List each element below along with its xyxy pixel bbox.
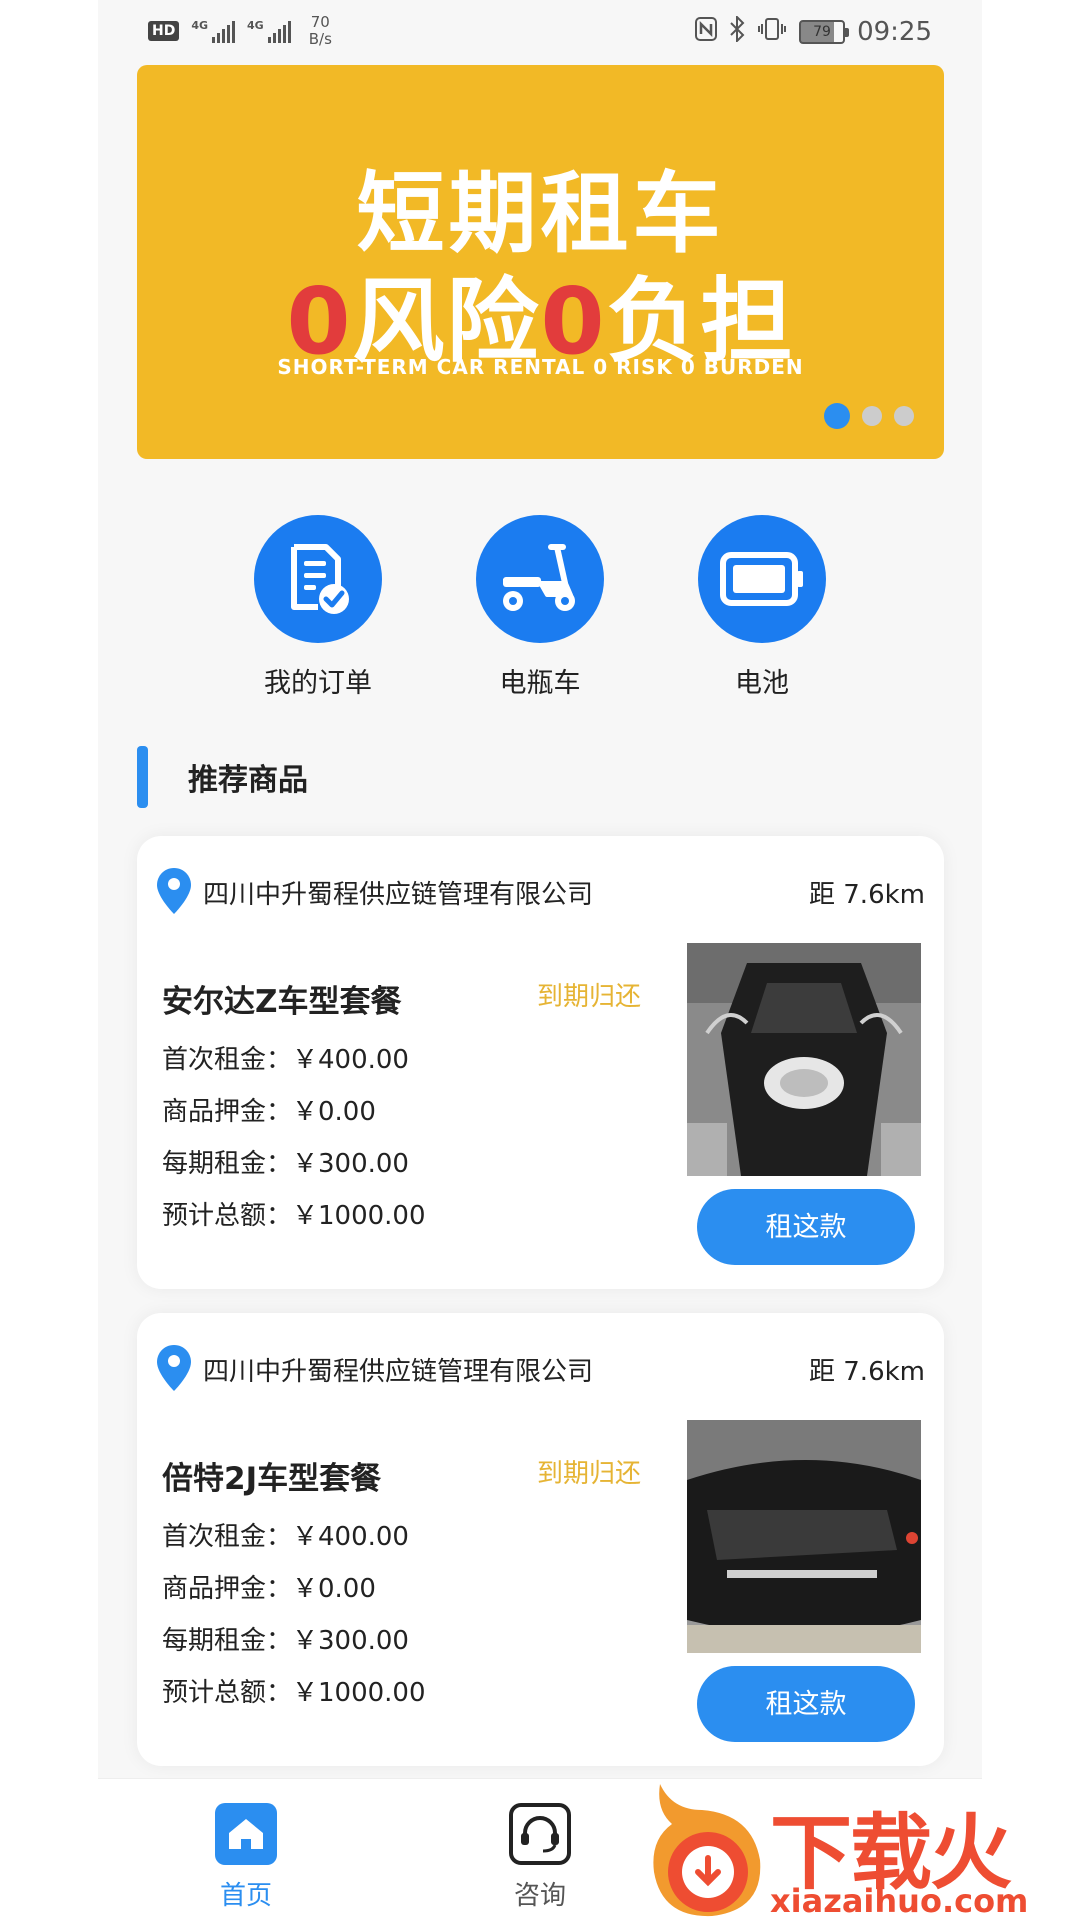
flame-logo-icon — [653, 1784, 761, 1917]
first-rent: 首次租金：￥400.00 — [162, 1045, 409, 1075]
location-pin-icon — [155, 866, 193, 920]
network-speed-value: 70 — [310, 13, 330, 31]
return-tag: 到期归还 — [537, 1459, 642, 1489]
shop-name: 四川中升蜀程供应链管理有限公司 — [203, 1357, 594, 1387]
product-image[interactable] — [687, 1420, 921, 1653]
signal-2-icon: 4G — [247, 19, 291, 43]
tab-home[interactable]: 首页 — [186, 1803, 306, 1912]
order-document-icon — [254, 515, 382, 643]
carousel-dot-2[interactable] — [862, 406, 882, 426]
hd-badge: HD — [148, 21, 180, 41]
package-name: 倍特2J车型套餐 — [162, 1461, 382, 1497]
signal-1-icon: 4G — [191, 19, 236, 43]
watermark-logo: 下载火 xiazaihuo.com — [642, 1780, 1080, 1920]
section-recommended: 推荐商品 — [137, 745, 308, 809]
vibrate-icon — [757, 17, 787, 47]
deposit: 商品押金：￥0.00 — [162, 1574, 376, 1604]
entry-label-battery: 电池 — [735, 668, 789, 699]
product-card[interactable]: 四川中升蜀程供应链管理有限公司 距 7.6km 倍特2J车型套餐 到期归还 首次… — [137, 1313, 944, 1766]
deposit: 商品押金：￥0.00 — [162, 1097, 376, 1127]
promo-banner[interactable]: 短期租车 0风险0负担 SHORT-TERM CAR RENTAL 0 RISK… — [137, 65, 944, 459]
tab-consult[interactable]: 咨询 — [480, 1803, 600, 1912]
app-screen: HD 4G 4G 70 B/s 79 09:25 短期租车 0风险0负担 SHO… — [98, 0, 982, 1920]
entry-my-orders[interactable]: 我的订单 — [218, 515, 418, 700]
carousel-dot-1[interactable] — [824, 403, 850, 429]
rent-button[interactable]: 租这款 — [697, 1189, 915, 1265]
entry-label-scooter: 电瓶车 — [499, 668, 581, 699]
status-left: HD 4G 4G 70 B/s — [148, 14, 332, 48]
location-pin-icon — [155, 1343, 193, 1397]
return-tag: 到期归还 — [537, 982, 642, 1012]
period-rent: 每期租金：￥300.00 — [162, 1149, 409, 1179]
bluetooth-icon — [729, 14, 745, 48]
network-speed-unit: B/s — [308, 30, 332, 48]
tab-home-label: 首页 — [219, 1881, 272, 1911]
watermark-url: xiazaihuo.com — [770, 1882, 1029, 1920]
package-name: 安尔达Z车型套餐 — [162, 984, 402, 1020]
battery-indicator: 79 — [799, 20, 850, 44]
nfc-icon — [695, 17, 718, 47]
carousel-indicator — [824, 403, 914, 429]
distance: 距 7.6km — [809, 880, 925, 910]
entry-label-orders: 我的订单 — [264, 668, 372, 699]
quick-entries: 我的订单 电瓶车 电池 — [98, 515, 982, 699]
signal-1-label: 4G — [191, 19, 209, 32]
section-accent-bar — [137, 746, 148, 808]
status-bar: HD 4G 4G 70 B/s 79 09:25 — [98, 0, 982, 64]
network-speed: 70 B/s — [309, 14, 332, 48]
estimated-total: 预计总额：￥1000.00 — [162, 1201, 426, 1231]
distance: 距 7.6km — [809, 1357, 925, 1387]
home-icon — [186, 1803, 306, 1869]
shop-name: 四川中升蜀程供应链管理有限公司 — [203, 880, 594, 910]
battery-icon — [698, 515, 826, 643]
period-rent: 每期租金：￥300.00 — [162, 1626, 409, 1656]
section-title: 推荐商品 — [188, 763, 308, 798]
signal-2-label: 4G — [247, 19, 264, 32]
card-header: 四川中升蜀程供应链管理有限公司 距 7.6km — [155, 866, 925, 916]
entry-scooter[interactable]: 电瓶车 — [440, 515, 640, 700]
entry-battery[interactable]: 电池 — [662, 515, 862, 700]
tab-consult-label: 咨询 — [513, 1881, 566, 1911]
headset-icon — [480, 1803, 600, 1869]
first-rent: 首次租金：￥400.00 — [162, 1522, 409, 1552]
card-header: 四川中升蜀程供应链管理有限公司 距 7.6km — [155, 1343, 925, 1393]
product-card[interactable]: 四川中升蜀程供应链管理有限公司 距 7.6km 安尔达Z车型套餐 到期归还 首次… — [137, 836, 944, 1289]
clock: 09:25 — [857, 17, 932, 47]
estimated-total: 预计总额：￥1000.00 — [162, 1678, 426, 1708]
rent-button[interactable]: 租这款 — [697, 1666, 915, 1742]
carousel-dot-3[interactable] — [894, 406, 914, 426]
status-right: 79 09:25 — [695, 14, 932, 48]
scooter-icon — [476, 515, 604, 643]
product-image[interactable] — [687, 943, 921, 1176]
banner-english: SHORT-TERM CAR RENTAL 0 RISK 0 BURDEN — [277, 355, 804, 379]
